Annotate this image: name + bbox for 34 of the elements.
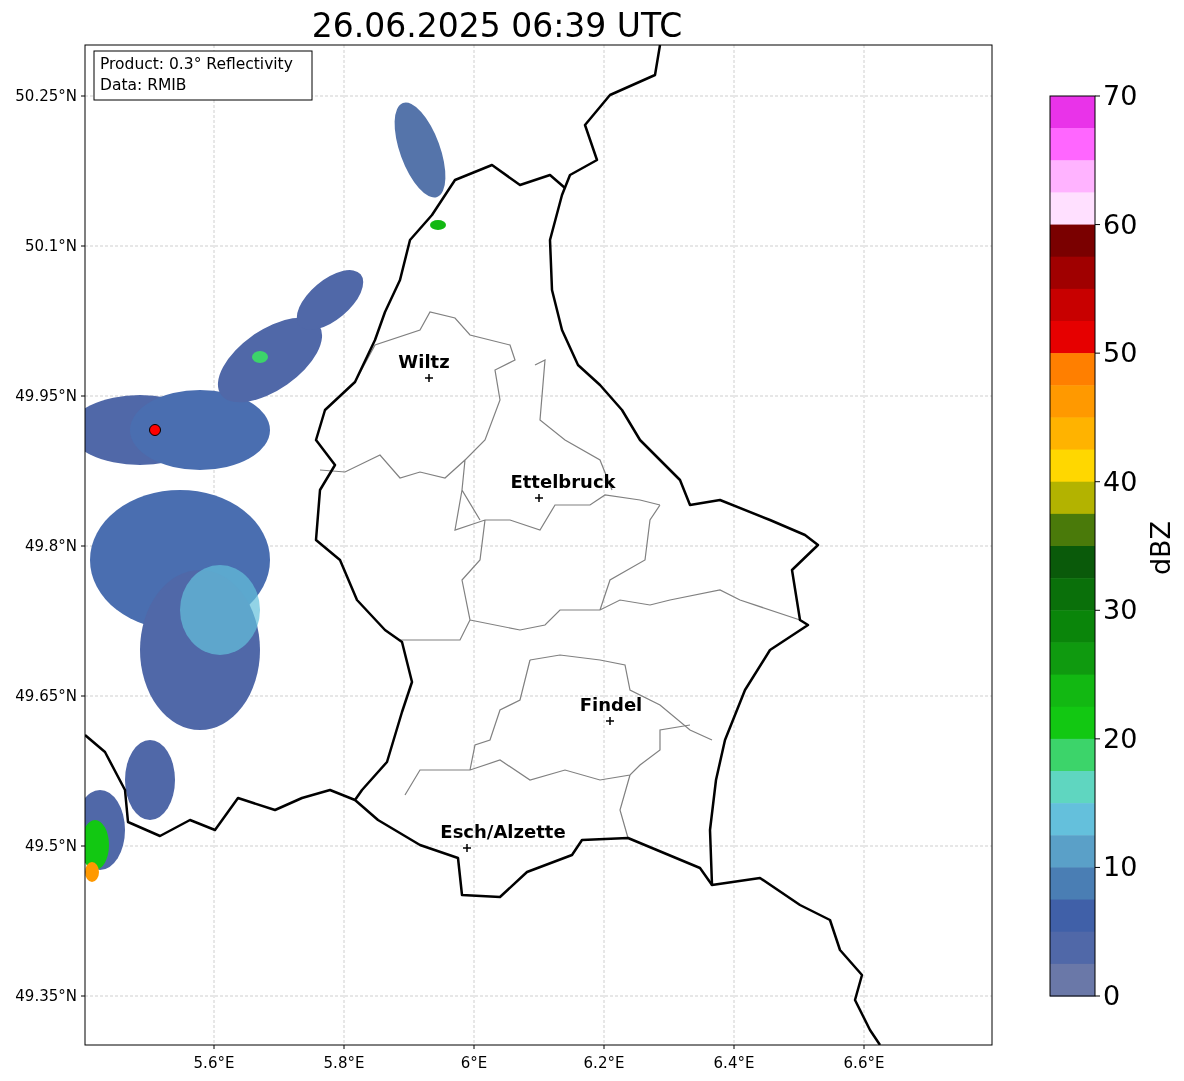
info-text: Data: RMIB [100, 76, 187, 94]
longitude-tick-label: 6.6°E [843, 1054, 885, 1072]
city-marker-icon [534, 493, 544, 503]
chart-title: 26.06.2025 06:39 UTC [311, 6, 683, 45]
latitude-tick-label: 49.8°N [24, 537, 77, 555]
city-marker-icon [462, 843, 472, 853]
latitude-tick-label: 49.95°N [15, 387, 77, 405]
longitude-tick-label: 5.8°E [323, 1054, 365, 1072]
city-marker-icon [605, 716, 615, 726]
latitude-tick-label: 50.25°N [15, 87, 77, 105]
colorbar-tick-label: 20 [1103, 722, 1138, 754]
city-marker-icon [424, 373, 434, 383]
city-label: Wiltz [398, 351, 450, 372]
colorbar-tick-label: 0 [1103, 980, 1121, 1011]
latitude-tick-label: 50.1°N [24, 237, 77, 255]
longitude-tick-label: 6.2°E [583, 1054, 625, 1072]
city-label: Findel [579, 694, 643, 715]
city-label: Esch/Alzette [440, 821, 566, 842]
colorbar-tick-label: 70 [1103, 80, 1138, 111]
colorbar-label: dBZ [1145, 520, 1176, 576]
colorbar-tick-label: 10 [1103, 851, 1138, 883]
longitude-tick-label: 6.4°E [713, 1054, 755, 1072]
colorbar-tick-label: 60 [1103, 208, 1138, 240]
colorbar-tick-label: 50 [1103, 337, 1138, 369]
latitude-tick-label: 49.65°N [15, 687, 77, 705]
colorbar-tick-label: 30 [1103, 594, 1138, 626]
latitude-tick-label: 49.35°N [15, 987, 77, 1005]
longitude-tick-label: 5.6°E [193, 1054, 235, 1072]
info-text: Product: 0.3° Reflectivity [100, 55, 293, 73]
latitude-tick-label: 49.5°N [24, 837, 77, 855]
city-label: Ettelbruck [510, 471, 616, 492]
colorbar-tick-label: 40 [1103, 465, 1138, 497]
radar-site-marker [149, 424, 161, 436]
longitude-tick-label: 6°E [460, 1054, 488, 1072]
